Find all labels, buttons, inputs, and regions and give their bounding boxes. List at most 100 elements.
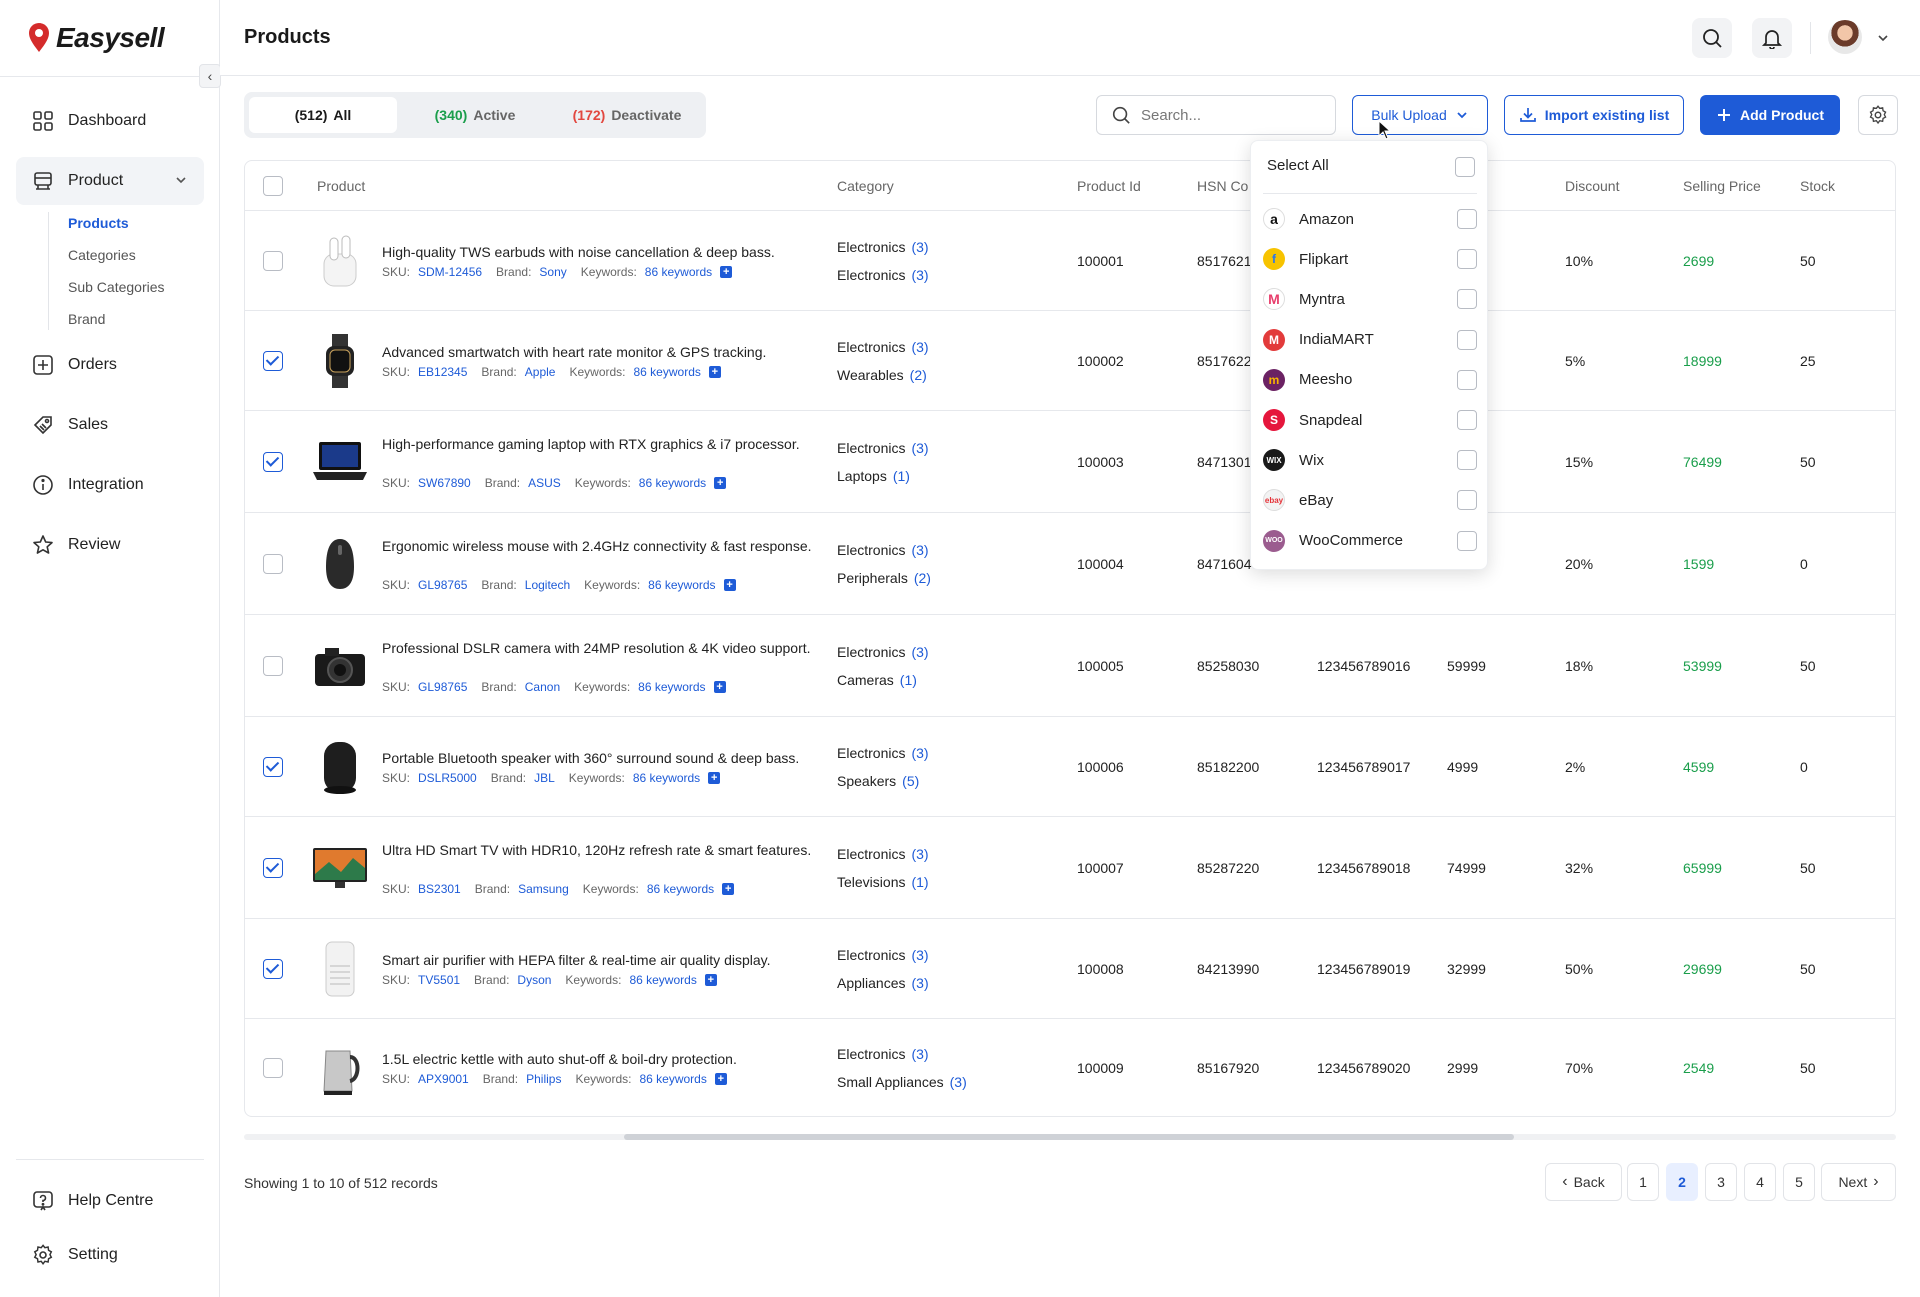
- keywords-link[interactable]: 86 keywords: [629, 973, 696, 987]
- sidebar-item-orders[interactable]: Orders: [16, 341, 204, 389]
- keywords-link[interactable]: 86 keywords: [639, 1072, 706, 1086]
- bulk-upload-button[interactable]: Bulk Upload: [1352, 95, 1488, 135]
- table-row[interactable]: Advanced smartwatch with heart rate moni…: [245, 311, 1895, 411]
- horizontal-scrollbar[interactable]: [244, 1134, 1896, 1140]
- row-checkbox[interactable]: [263, 452, 283, 472]
- product-name[interactable]: Professional DSLR camera with 24MP resol…: [382, 638, 812, 658]
- search-input[interactable]: [1141, 106, 1311, 124]
- tab-all[interactable]: (512) All: [249, 97, 397, 133]
- brand-link[interactable]: Apple: [525, 365, 556, 379]
- column-header-discount[interactable]: Discount: [1565, 178, 1619, 194]
- category-count[interactable]: (2): [910, 367, 927, 383]
- avatar[interactable]: [1828, 20, 1862, 54]
- select-all-marketplaces-checkbox[interactable]: [1455, 157, 1475, 177]
- marketplace-option-myntra[interactable]: M Myntra: [1263, 281, 1477, 317]
- sku-link[interactable]: SW67890: [418, 476, 471, 490]
- brand-logo[interactable]: Easysell: [28, 18, 165, 58]
- marketplace-checkbox[interactable]: [1457, 410, 1477, 430]
- column-header-product-id[interactable]: Product Id: [1077, 178, 1141, 194]
- category-count[interactable]: (1): [911, 874, 928, 890]
- table-row[interactable]: High-quality TWS earbuds with noise canc…: [245, 211, 1895, 311]
- search-button[interactable]: [1692, 18, 1732, 58]
- table-row[interactable]: Portable Bluetooth speaker with 360° sur…: [245, 717, 1895, 817]
- category-count[interactable]: (3): [911, 542, 928, 558]
- table-row[interactable]: Smart air purifier with HEPA filter & re…: [245, 919, 1895, 1019]
- brand-link[interactable]: ASUS: [528, 476, 561, 490]
- product-name[interactable]: Advanced smartwatch with heart rate moni…: [382, 342, 812, 362]
- add-keyword-icon[interactable]: +: [708, 366, 721, 378]
- category-count[interactable]: (1): [900, 672, 917, 688]
- product-name[interactable]: Ergonomic wireless mouse with 2.4GHz con…: [382, 536, 812, 556]
- table-row[interactable]: Ultra HD Smart TV with HDR10, 120Hz refr…: [245, 817, 1895, 919]
- column-header-category[interactable]: Category: [837, 178, 894, 194]
- sidebar-item-integration[interactable]: Integration: [16, 461, 204, 509]
- add-keyword-icon[interactable]: +: [723, 579, 736, 591]
- row-checkbox[interactable]: [263, 1058, 283, 1078]
- marketplace-option-wix[interactable]: WIX Wix: [1263, 442, 1477, 478]
- marketplace-checkbox[interactable]: [1457, 249, 1477, 270]
- sidebar-item-setting[interactable]: Setting: [16, 1231, 204, 1279]
- marketplace-option-ebay[interactable]: ebay eBay: [1263, 482, 1477, 518]
- category-count[interactable]: (3): [911, 644, 928, 660]
- sku-link[interactable]: SDM-12456: [418, 265, 482, 279]
- category-count[interactable]: (3): [950, 1074, 967, 1090]
- row-checkbox[interactable]: [263, 959, 283, 979]
- marketplace-checkbox[interactable]: [1457, 530, 1477, 551]
- scrollbar-thumb[interactable]: [624, 1134, 1514, 1140]
- add-product-button[interactable]: Add Product: [1700, 95, 1840, 135]
- keywords-link[interactable]: 86 keywords: [647, 882, 714, 896]
- marketplace-option-meesho[interactable]: m Meesho: [1263, 362, 1477, 398]
- category-count[interactable]: (5): [902, 773, 919, 789]
- product-name[interactable]: Smart air purifier with HEPA filter & re…: [382, 950, 812, 970]
- brand-link[interactable]: JBL: [534, 771, 555, 785]
- tab-deactivate[interactable]: (172) Deactivate: [553, 97, 701, 133]
- marketplace-checkbox[interactable]: [1457, 289, 1477, 310]
- page-1[interactable]: 1: [1627, 1163, 1659, 1201]
- column-header-selling-price[interactable]: Selling Price: [1683, 178, 1761, 194]
- table-row[interactable]: Professional DSLR camera with 24MP resol…: [245, 615, 1895, 717]
- add-keyword-icon[interactable]: +: [714, 477, 727, 489]
- category-count[interactable]: (3): [911, 947, 928, 963]
- column-header-stock[interactable]: Stock: [1800, 178, 1835, 194]
- sidebar-subitem-brand[interactable]: Brand: [68, 311, 105, 327]
- sidebar-item-dashboard[interactable]: Dashboard: [16, 97, 204, 145]
- pagination-next-button[interactable]: Next ›: [1821, 1163, 1896, 1201]
- product-name[interactable]: Ultra HD Smart TV with HDR10, 120Hz refr…: [382, 840, 812, 860]
- page-3[interactable]: 3: [1705, 1163, 1737, 1201]
- product-name[interactable]: Portable Bluetooth speaker with 360° sur…: [382, 748, 812, 768]
- table-row[interactable]: 1.5L electric kettle with auto shut-off …: [245, 1019, 1895, 1116]
- sku-link[interactable]: GL98765: [418, 680, 467, 694]
- sku-link[interactable]: BS2301: [418, 882, 461, 896]
- column-header-product[interactable]: Product: [317, 178, 365, 194]
- category-count[interactable]: (3): [911, 846, 928, 862]
- brand-link[interactable]: Philips: [526, 1072, 561, 1086]
- category-count[interactable]: (2): [914, 570, 931, 586]
- sku-link[interactable]: APX9001: [418, 1072, 469, 1086]
- marketplace-checkbox[interactable]: [1457, 209, 1477, 229]
- category-count[interactable]: (3): [911, 239, 928, 255]
- marketplace-option-indiamart[interactable]: M IndiaMART: [1263, 322, 1477, 358]
- marketplace-option-flipkart[interactable]: f Flipkart: [1263, 241, 1477, 277]
- sidebar-subitem-sub-categories[interactable]: Sub Categories: [68, 279, 165, 295]
- add-keyword-icon[interactable]: +: [714, 1073, 727, 1085]
- marketplace-checkbox[interactable]: [1457, 490, 1477, 511]
- tab-active[interactable]: (340) Active: [401, 97, 549, 133]
- page-5[interactable]: 5: [1783, 1163, 1815, 1201]
- import-existing-list-button[interactable]: Import existing list: [1504, 95, 1684, 135]
- row-checkbox[interactable]: [263, 351, 283, 371]
- sidebar-subitem-categories[interactable]: Categories: [68, 247, 136, 263]
- category-count[interactable]: (3): [911, 339, 928, 355]
- sku-link[interactable]: DSLR5000: [418, 771, 477, 785]
- add-keyword-icon[interactable]: +: [720, 266, 733, 278]
- add-keyword-icon[interactable]: +: [722, 883, 735, 895]
- sku-link[interactable]: EB12345: [418, 365, 467, 379]
- category-count[interactable]: (3): [911, 1046, 928, 1062]
- brand-link[interactable]: Sony: [539, 265, 566, 279]
- product-name[interactable]: High-performance gaming laptop with RTX …: [382, 434, 812, 454]
- add-keyword-icon[interactable]: +: [704, 974, 717, 986]
- add-keyword-icon[interactable]: +: [713, 681, 726, 693]
- marketplace-checkbox[interactable]: [1457, 450, 1477, 471]
- chevron-down-icon[interactable]: [1876, 31, 1890, 45]
- sidebar-subitem-products[interactable]: Products: [68, 215, 129, 231]
- category-count[interactable]: (1): [893, 468, 910, 484]
